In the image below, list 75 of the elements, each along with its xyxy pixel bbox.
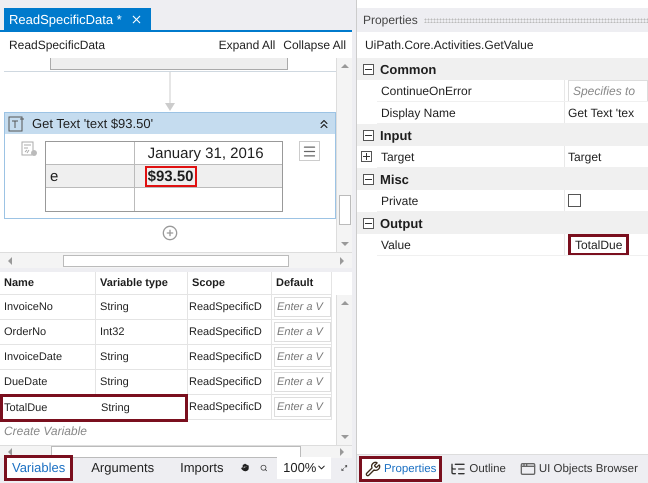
table-cell: ReadSpecificD (188, 370, 272, 395)
table-cell-text: TotalDue (4, 402, 48, 414)
property-name: Value (381, 238, 411, 252)
column-header: Variable type (96, 272, 188, 295)
value-field[interactable]: Specifies to (568, 80, 648, 101)
category-label: Common (380, 62, 436, 76)
panel-tab[interactable]: Outline (444, 456, 512, 482)
activity-title: Get Text 'text $93.50' (32, 116, 154, 131)
close-icon[interactable] (130, 12, 143, 26)
table-cell: OrderNo (0, 320, 96, 345)
vertical-scrollbar[interactable] (336, 295, 352, 445)
activity-type: UiPath.Core.Activities.GetValue (364, 37, 535, 54)
collapse-icon[interactable] (363, 64, 374, 74)
panel-tab[interactable]: UI Objects Browser (514, 456, 644, 482)
horizontal-scrollbar[interactable] (0, 445, 352, 458)
preview-text: $93.50 (144, 166, 197, 186)
collapse-icon[interactable] (363, 218, 374, 228)
table-cell: String (96, 295, 188, 320)
table-cell: String (101, 402, 130, 414)
table-cell: DueDate (0, 370, 96, 395)
menu-button[interactable] (299, 141, 320, 161)
document-tab[interactable]: ReadSpecificData * (4, 8, 151, 30)
panel-tab[interactable]: Arguments (83, 454, 162, 480)
selector-icon (21, 141, 39, 157)
property-name: Private (381, 194, 418, 208)
default-field[interactable]: Enter a V (274, 297, 331, 317)
window-icon (520, 461, 536, 477)
vertical-scrollbar[interactable] (336, 58, 352, 252)
property-name: Target (381, 150, 414, 164)
table-cell: InvoiceDate (0, 345, 96, 370)
default-field[interactable]: Enter a V (274, 397, 331, 417)
expand-icon[interactable] (361, 151, 372, 162)
text-icon (8, 116, 26, 132)
collapse-icon[interactable] (363, 130, 374, 140)
preview-text: e (50, 168, 58, 184)
table-cell: String (96, 370, 188, 395)
zoom-dropdown[interactable]: 100% (277, 456, 332, 478)
column-header: Default (272, 272, 332, 295)
menu-icon (302, 144, 317, 158)
value-field[interactable]: TotalDue (568, 234, 630, 255)
property-name: ContinueOnError (381, 84, 472, 98)
property-value: Get Text 'tex (568, 106, 634, 120)
preview-text: January 31, 2016 (146, 144, 265, 164)
column-header: Scope (188, 272, 272, 295)
table-cell: ReadSpecificD (188, 395, 272, 420)
expand-all-link[interactable]: Expand All (218, 38, 276, 52)
default-field[interactable]: Enter a V (274, 322, 331, 342)
table-cell: ReadSpecificD (188, 320, 272, 345)
table-cell: ReadSpecificD (188, 295, 272, 320)
category-label: Misc (380, 172, 409, 186)
wrench-icon (365, 461, 381, 477)
category-label: Output (380, 216, 423, 230)
property-name: Display Name (381, 106, 456, 120)
table-cell: InvoiceNo (0, 295, 96, 320)
collapse-icon[interactable] (363, 174, 374, 184)
outline-icon (450, 461, 466, 477)
private-checkbox[interactable] (568, 194, 581, 207)
breadcrumb: ReadSpecificData (9, 38, 106, 52)
table-cell: String (96, 345, 188, 370)
add-icon[interactable] (162, 225, 178, 241)
default-field[interactable]: Enter a V (274, 372, 331, 392)
panel-tab[interactable]: Imports (172, 454, 232, 480)
horizontal-scrollbar[interactable] (0, 252, 352, 268)
category-label: Input (380, 128, 412, 142)
panel-tab[interactable]: Variables (4, 454, 74, 480)
table-cell: Int32 (96, 320, 188, 345)
connector-arrow (164, 72, 176, 112)
collapse-all-link[interactable]: Collapse All (283, 38, 346, 52)
panel-title: Properties (363, 13, 418, 27)
property-value: Target (568, 150, 602, 164)
create-variable-link[interactable]: Create Variable (0, 420, 336, 442)
column-header: Name (0, 272, 96, 295)
panel-tab[interactable]: Properties (359, 456, 442, 482)
table-cell: ReadSpecificD (188, 345, 272, 370)
default-field[interactable]: Enter a V (274, 347, 331, 367)
